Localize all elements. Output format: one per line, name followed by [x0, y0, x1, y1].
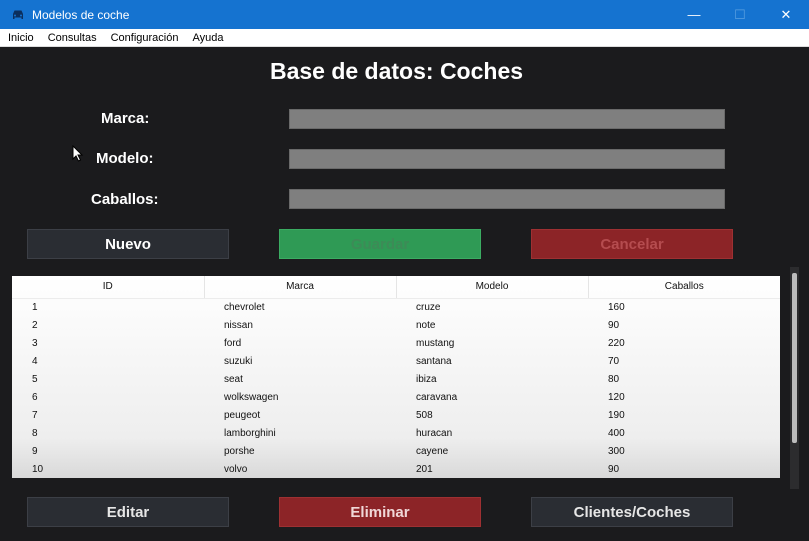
- clientes-coches-button[interactable]: Clientes/Coches: [531, 497, 733, 527]
- cell-caballos: 190: [608, 409, 625, 421]
- marca-input[interactable]: [289, 109, 725, 129]
- cell-modelo: huracan: [416, 427, 453, 439]
- table-row[interactable]: 4 suzuki santana 70: [12, 352, 780, 370]
- cell-id: 6: [32, 391, 38, 403]
- cell-modelo: 201: [416, 463, 433, 475]
- cell-id: 5: [32, 373, 38, 385]
- table-row[interactable]: 6 wolkswagen caravana 120: [12, 388, 780, 406]
- table-header-row: ID Marca Modelo Caballos: [12, 276, 780, 299]
- marca-label: Marca:: [101, 110, 150, 127]
- cell-id: 3: [32, 337, 38, 349]
- cell-marca: seat: [224, 373, 243, 385]
- cell-marca: lamborghini: [224, 427, 276, 439]
- table-row[interactable]: 10 volvo 201 90: [12, 460, 780, 478]
- close-button[interactable]: ✕: [763, 0, 809, 29]
- eliminar-button[interactable]: Eliminar: [279, 497, 481, 527]
- cell-marca: volvo: [224, 463, 248, 475]
- cell-caballos: 120: [608, 391, 625, 403]
- column-header-id[interactable]: ID: [12, 276, 205, 299]
- cell-modelo: santana: [416, 355, 452, 367]
- caballos-label: Caballos:: [91, 191, 159, 208]
- cell-marca: ford: [224, 337, 242, 349]
- table-row[interactable]: 1 chevrolet cruze 160: [12, 298, 780, 316]
- caballos-input[interactable]: [289, 189, 725, 209]
- table-row[interactable]: 9 porshe cayene 300: [12, 442, 780, 460]
- cell-id: 4: [32, 355, 38, 367]
- cell-caballos: 220: [608, 337, 625, 349]
- menu-configuracion[interactable]: Configuración: [104, 29, 186, 47]
- cars-table[interactable]: ID Marca Modelo Caballos 1 chevrolet cruze…: [12, 276, 780, 478]
- cell-marca: suzuki: [224, 355, 253, 367]
- cell-marca: nissan: [224, 319, 253, 331]
- cell-id: 9: [32, 445, 38, 457]
- menu-consultas[interactable]: Consultas: [41, 29, 104, 47]
- cell-id: 2: [32, 319, 38, 331]
- car-icon: [13, 10, 23, 19]
- table-row[interactable]: 7 peugeot 508 190: [12, 406, 780, 424]
- cell-id: 10: [32, 463, 44, 475]
- window-title: Modelos de coche: [32, 7, 130, 22]
- cell-caballos: 400: [608, 427, 625, 439]
- cell-caballos: 70: [608, 355, 620, 367]
- table-row[interactable]: 3 ford mustang 220: [12, 334, 780, 352]
- window-controls: — ☐ ✕: [671, 0, 809, 29]
- modelo-label: Modelo:: [96, 150, 154, 167]
- cell-modelo: note: [416, 319, 436, 331]
- cell-modelo: mustang: [416, 337, 455, 349]
- cell-caballos: 80: [608, 373, 620, 385]
- column-header-marca[interactable]: Marca: [204, 276, 397, 299]
- cell-caballos: 90: [608, 463, 620, 475]
- column-header-caballos[interactable]: Caballos: [588, 276, 780, 299]
- cell-marca: peugeot: [224, 409, 261, 421]
- cell-modelo: caravana: [416, 391, 458, 403]
- cancelar-button[interactable]: Cancelar: [531, 229, 733, 259]
- cell-marca: porshe: [224, 445, 255, 457]
- cell-id: 7: [32, 409, 38, 421]
- nuevo-button[interactable]: Nuevo: [27, 229, 229, 259]
- scrollbar-thumb[interactable]: [792, 273, 797, 443]
- cell-marca: chevrolet: [224, 301, 265, 313]
- maximize-button[interactable]: ☐: [717, 0, 763, 29]
- cell-modelo: 508: [416, 409, 433, 421]
- modelo-input[interactable]: [289, 149, 725, 169]
- mouse-cursor-icon: [72, 145, 84, 162]
- menu-bar: Inicio Consultas Configuración Ayuda: [0, 29, 809, 47]
- menu-inicio[interactable]: Inicio: [0, 29, 41, 47]
- cell-id: 1: [32, 301, 38, 313]
- cell-modelo: ibiza: [416, 373, 437, 385]
- cell-caballos: 90: [608, 319, 620, 331]
- cell-marca: wolkswagen: [224, 391, 279, 403]
- cell-caballos: 300: [608, 445, 625, 457]
- table-row[interactable]: 5 seat ibiza 80: [12, 370, 780, 388]
- menu-ayuda[interactable]: Ayuda: [185, 29, 230, 47]
- page-title: Base de datos: Coches: [269, 58, 524, 84]
- app-window: Modelos de coche — ☐ ✕ Inicio Consultas …: [0, 0, 809, 541]
- vertical-scrollbar[interactable]: [790, 267, 799, 489]
- cell-caballos: 160: [608, 301, 625, 313]
- table-row[interactable]: 2 nissan note 90: [12, 316, 780, 334]
- minimize-button[interactable]: —: [671, 0, 717, 29]
- cell-id: 8: [32, 427, 38, 439]
- column-header-modelo[interactable]: Modelo: [396, 276, 589, 299]
- table-row[interactable]: 8 lamborghini huracan 400: [12, 424, 780, 442]
- guardar-button[interactable]: Guardar: [279, 229, 481, 259]
- cell-modelo: cruze: [416, 301, 441, 313]
- editar-button[interactable]: Editar: [27, 497, 229, 527]
- title-bar: Modelos de coche — ☐ ✕: [0, 0, 809, 29]
- cell-modelo: cayene: [416, 445, 449, 457]
